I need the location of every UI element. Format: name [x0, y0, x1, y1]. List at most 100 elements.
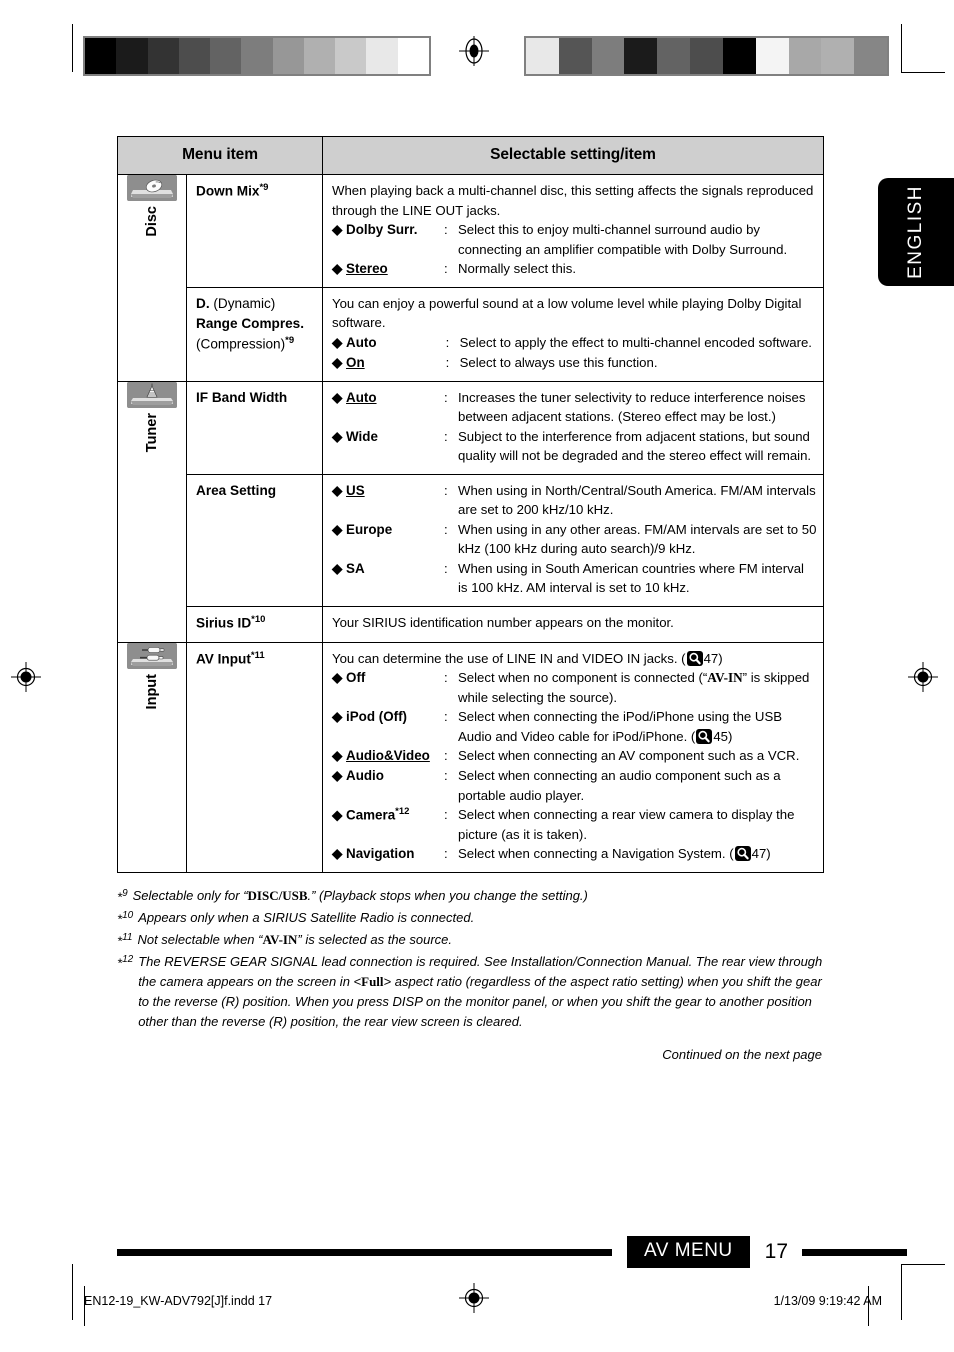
option-description: Select when connecting an AV component s…	[458, 748, 800, 764]
option-description: When using in North/Central/South Americ…	[458, 482, 816, 518]
category-label-disc: Disc	[144, 206, 160, 237]
table-row: Disc Down Mix*9 When playing back a mult…	[117, 174, 824, 382]
option-description: Normally select this.	[458, 261, 576, 277]
option-description: When using in South American countries w…	[458, 560, 804, 596]
option-description: Select to always use this function.	[459, 354, 658, 370]
radio-tower-icon	[127, 381, 177, 408]
option-row: ◆ SA : When using in South American coun…	[332, 559, 817, 598]
option-row: ◆ Camera*12 : Select when connecting a r…	[332, 805, 817, 844]
page-reference-icon	[686, 650, 703, 666]
option-label: ◆ Auto	[332, 389, 377, 405]
footnote-item: *11 Not selectable when “AV-IN” is selec…	[117, 930, 824, 951]
option-label-text: Audio	[346, 768, 384, 784]
footnote-item: *9 Selectable only for “DISC/USB.” (Play…	[117, 886, 824, 907]
colorbar-swatch	[241, 38, 273, 74]
footnote-text-post: .” (Playback stops when you change the s…	[307, 888, 588, 904]
footnote-ref: *9	[285, 335, 295, 347]
option-label-text: Camera	[346, 807, 396, 823]
print-slug-filename: EN12-19_KW-ADV792[J]f.indd 17	[84, 1294, 273, 1308]
desc-if-band-width: ◆ Auto : Increases the tuner selectivity…	[322, 380, 824, 475]
colorbar-swatch	[210, 38, 242, 74]
menu-item-label-note: (Dynamic)	[209, 295, 276, 311]
option-label-text: Dolby Surr.	[346, 222, 418, 238]
menu-item-label: Area Setting	[196, 482, 277, 498]
colorbar-swatch	[85, 38, 117, 74]
option-colon: :	[444, 222, 448, 238]
table-row: Input AV Input*11 You can determine the …	[117, 641, 824, 874]
page-reference-number: 45	[713, 728, 728, 744]
option-colon: :	[444, 261, 448, 277]
footnote-text: Selectable only for “DISC/USB.” (Playbac…	[133, 886, 824, 907]
option-label: ◆ Wide	[332, 428, 378, 444]
option-colon: :	[444, 709, 448, 725]
option-row: ◆ Dolby Surr. : Select this to enjoy mul…	[332, 220, 817, 259]
footnote-text: The REVERSE GEAR SIGNAL lead connection …	[138, 952, 824, 1031]
desc-sirius-id: Your SIRIUS identification number appear…	[322, 605, 824, 643]
menu-item-label-cont: Range Compres.	[196, 316, 305, 332]
desc-intro-text: You can determine the use of LINE IN and…	[332, 650, 686, 666]
option-desc-pre: Select when no component is connected (“	[458, 670, 708, 686]
crop-mark-top-left-v	[72, 24, 73, 72]
category-label-input: Input	[144, 673, 160, 710]
option-description: Select when connecting a Navigation Syst…	[458, 844, 817, 864]
option-description: Select when connecting a rear view camer…	[458, 807, 795, 842]
option-colon: :	[444, 670, 448, 686]
colorbar-swatch	[303, 38, 336, 74]
footnote-item: *10 Appears only when a SIRIUS Satellite…	[117, 908, 824, 929]
option-label-text: Wide	[346, 428, 378, 444]
menu-item-area-setting: Area Setting	[186, 473, 323, 607]
option-colon: :	[444, 389, 448, 405]
option-label: ◆ Europe	[332, 521, 393, 537]
menu-item-av-input: AV Input*11	[186, 641, 323, 874]
colorbar-swatch	[690, 38, 723, 74]
desc-area-setting: ◆ US : When using in North/Central/South…	[322, 473, 824, 607]
colorbar-swatch	[722, 38, 756, 74]
disc-player-icon	[127, 175, 177, 201]
option-colon: :	[444, 428, 448, 444]
option-label-text: US	[346, 482, 365, 498]
print-slug: EN12-19_KW-ADV792[J]f.indd 17 1/13/09 9:…	[0, 1286, 954, 1326]
menu-item-label: Sirius ID	[196, 615, 252, 631]
footnote-text-post: ” is selected as the source.	[297, 932, 453, 948]
option-desc-post: )	[766, 846, 771, 862]
option-row: ◆ Auto : Increases the tuner selectivity…	[332, 388, 817, 427]
option-row: ◆ iPod (Off) : Select when connecting th…	[332, 707, 817, 746]
menu-item-label-note2: (Compression)	[196, 336, 286, 352]
desc-intro: You can enjoy a powerful sound at a low …	[332, 295, 802, 331]
colorbar-swatch	[624, 38, 658, 74]
colorbar-swatch	[335, 38, 367, 74]
colorbar-swatch	[366, 38, 398, 74]
page-footer-bar: AV MENU 17	[117, 1236, 907, 1268]
category-cell-disc: Disc	[117, 174, 187, 382]
option-row: ◆ US : When using in North/Central/South…	[332, 481, 817, 520]
option-colon: :	[444, 768, 448, 784]
category-cell-input: Input	[117, 641, 187, 874]
table-header-row: Menu item Selectable setting/item	[117, 136, 824, 175]
option-row: ◆ Auto : Select to apply the effect to m…	[332, 333, 817, 353]
footnote-text-bold: DISC/USB	[247, 888, 308, 904]
page-reference-number: 47	[751, 846, 767, 862]
registration-target-top	[459, 36, 489, 66]
option-label-text: Off	[346, 670, 366, 686]
colorbar-swatch	[397, 38, 429, 74]
desc-intro: When playing back a multi-channel disc, …	[332, 183, 814, 218]
colorbar-swatch	[755, 38, 789, 74]
colorbar-swatch	[788, 38, 822, 74]
option-row: ◆ Off : Select when no component is conn…	[332, 668, 817, 707]
footnote-text-pre: Selectable only for “	[132, 888, 248, 904]
page-content: Menu item Selectable setting/item Disc D…	[117, 136, 824, 1062]
registration-target-right	[908, 662, 938, 692]
option-list: ◆ Dolby Surr. : Select this to enjoy mul…	[332, 220, 817, 279]
option-description: Increases the tuner selectivity to reduc…	[458, 389, 806, 425]
option-label: ◆ Stereo	[332, 261, 388, 277]
colorbar-swatch	[821, 38, 855, 74]
footer-section-label: AV MENU	[627, 1236, 750, 1268]
option-list: ◆ Off : Select when no component is conn…	[332, 668, 817, 864]
footnote-ref: *12	[395, 806, 410, 818]
option-list: ◆ US : When using in North/Central/South…	[332, 481, 817, 598]
print-slug-timestamp: 1/13/09 9:19:42 AM	[773, 1294, 882, 1308]
option-label-text: Stereo	[346, 261, 388, 277]
desc-intro-close: )	[718, 650, 723, 666]
crop-mark-top-right-h	[901, 72, 945, 73]
footnote-text-bold: Full	[361, 974, 384, 990]
